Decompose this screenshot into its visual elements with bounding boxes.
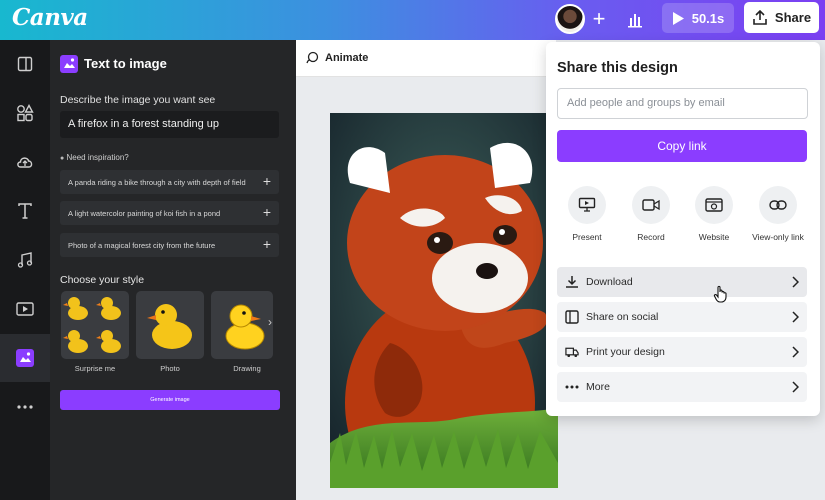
view-only-link-option[interactable]: View-only link [750,186,806,242]
truck-icon [565,345,579,359]
video-camera-icon [632,186,670,224]
elements-icon [17,104,34,122]
present-option[interactable]: Present [559,186,615,242]
duck-grid-icon [63,297,121,353]
suggestion-item[interactable]: Photo of a magical forest city from the … [60,233,279,257]
chevron-right-icon [791,345,800,363]
describe-label: Describe the image you want see [60,94,216,106]
videos-icon [16,302,34,316]
rail-item-more[interactable] [0,383,50,431]
play-icon [672,11,684,25]
social-icon [565,310,579,324]
inspiration-label: ● Need inspiration? [60,153,129,162]
share-on-social-row[interactable]: Share on social [557,302,807,332]
more-icon [17,405,33,409]
style-caption: Drawing [233,364,261,373]
style-card-surprise-me[interactable] [61,291,129,359]
ellipsis-icon [565,380,579,394]
present-timer-button[interactable]: 50.1s [662,3,734,33]
suggestion-item[interactable]: A light watercolor painting of koi fish … [60,201,279,225]
text-to-image-icon [16,349,34,367]
copy-link-button[interactable]: Copy link [557,130,807,162]
audio-icon [17,252,33,268]
record-option[interactable]: Record [623,186,679,242]
text-icon [18,203,32,219]
rail-item-elements[interactable] [0,89,50,137]
download-row[interactable]: Download [557,267,807,297]
add-collaborator-button[interactable]: + [587,7,611,31]
rail-item-text-to-image[interactable] [0,334,50,382]
more-row[interactable]: More [557,372,807,402]
upload-icon [753,9,767,25]
present-icon [568,186,606,224]
rail-item-uploads[interactable] [0,138,50,186]
plus-icon: + [262,173,271,189]
style-card-photo[interactable] [136,291,204,359]
suggestion-label: A panda riding a bike through a city wit… [68,177,246,187]
red-panda-image [330,113,558,488]
share-label: Share [774,10,812,25]
share-button[interactable]: Share [744,2,819,33]
timer-label: 50.1s [691,10,725,26]
bar-chart-icon [628,14,642,28]
generate-image-button[interactable]: Generate image [60,390,280,410]
user-avatar[interactable] [555,4,585,34]
print-your-design-row[interactable]: Print your design [557,337,807,367]
side-rail [0,40,50,500]
link-icon [759,186,797,224]
rail-item-audio[interactable] [0,236,50,284]
text-to-image-panel [50,40,296,500]
rail-item-design[interactable] [0,40,50,88]
rail-item-text[interactable] [0,187,50,235]
duck-drawing-icon [225,304,265,350]
plus-icon: + [262,236,271,252]
hand-cursor-icon [713,285,729,308]
design-canvas-image[interactable] [330,113,558,488]
uploads-icon [17,157,33,168]
duck-photo-icon [147,304,192,349]
download-icon [565,275,579,289]
canva-logo[interactable]: Canva [12,4,88,31]
suggestion-label: Photo of a magical forest city from the … [68,240,216,250]
top-bar: Canva + 50.1s Share [0,0,825,40]
animate-button[interactable]: Animate [305,51,368,65]
share-dialog-title: Share this design [557,60,678,76]
chevron-right-icon [791,380,800,398]
suggestion-label: A light watercolor painting of koi fish … [68,208,221,218]
layout-icon [17,56,33,72]
animate-icon [306,51,319,64]
style-caption: Photo [160,364,180,373]
chevron-right-icon [791,310,800,328]
plus-icon: + [262,204,271,220]
style-card-drawing[interactable] [211,291,273,359]
prompt-input[interactable]: A firefox in a forest standing up [60,111,279,138]
add-people-input[interactable]: Add people and groups by email [557,88,808,119]
website-option[interactable]: Website [686,186,742,242]
text-to-image-panel-icon [60,55,78,73]
panel-title: Text to image [84,56,167,71]
chevron-right-icon [791,275,800,293]
suggestion-item[interactable]: A panda riding a bike through a city wit… [60,170,279,194]
chevron-right-icon[interactable]: › [268,315,272,329]
style-label: Choose your style [60,274,145,286]
website-icon [695,186,733,224]
lightbulb-icon: ● [60,155,65,162]
rail-item-videos[interactable] [0,285,50,333]
style-caption: Surprise me [74,364,116,373]
insights-button[interactable] [618,5,652,35]
